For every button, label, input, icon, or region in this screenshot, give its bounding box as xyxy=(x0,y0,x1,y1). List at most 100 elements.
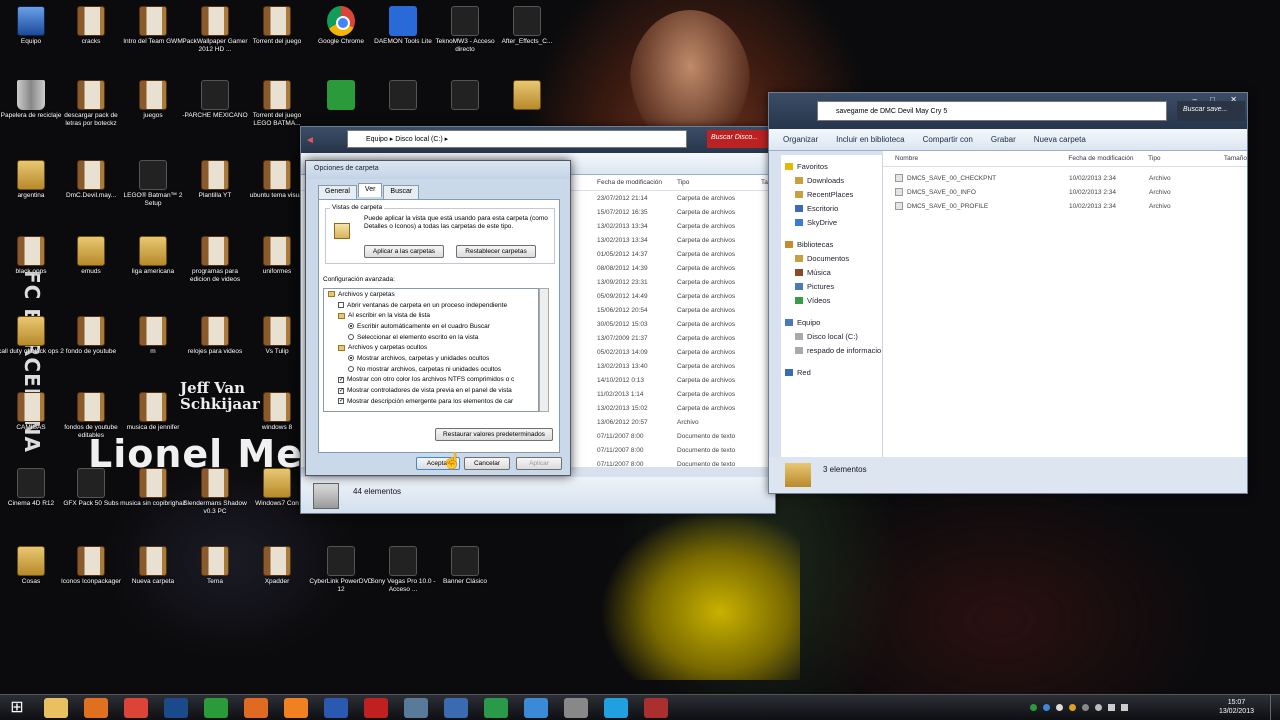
table-row[interactable]: 01/05/2012 14:37 Carpeta de archivos xyxy=(597,247,775,261)
desktop-icon[interactable]: Google Chrome xyxy=(308,6,374,46)
search-input[interactable]: Buscar Disco... xyxy=(707,130,773,148)
column-size[interactable]: Ta xyxy=(761,179,768,186)
firefox-icon[interactable] xyxy=(244,698,268,718)
desktop-icon[interactable]: TeknoMW3 - Acceso directo xyxy=(432,6,498,54)
nav-item[interactable]: respado de informacio xyxy=(781,343,882,357)
table-row[interactable]: DMC5_SAVE_00_INFO 10/02/2013 2:34 Archivo xyxy=(883,185,1247,199)
nav-item[interactable]: Red xyxy=(781,365,882,379)
toolbar-grabar[interactable]: Grabar xyxy=(991,135,1016,144)
desktop-icon[interactable]: DAEMON Tools Lite xyxy=(370,6,436,46)
desktop-icon[interactable]: Intro del Team GWM xyxy=(120,6,186,46)
tab-general[interactable]: General xyxy=(318,185,357,199)
desktop-icon[interactable]: Iconos Iconpackager xyxy=(58,546,124,586)
desktop-icon[interactable]: Plantilla YT xyxy=(182,160,248,200)
desktop-icon[interactable]: emuds xyxy=(58,236,124,276)
tree-item[interactable]: ✓ Mostrar descripción emergente para los … xyxy=(324,396,538,407)
tree-item[interactable]: Seleccionar el elemento escrito en la vi… xyxy=(324,332,538,343)
desktop-icon[interactable] xyxy=(308,80,374,112)
tree-item[interactable]: No mostrar archivos, carpetas ni unidade… xyxy=(324,364,538,375)
start-button[interactable]: ⊞ xyxy=(6,697,28,719)
opera-icon[interactable] xyxy=(364,698,388,718)
desktop-icon[interactable] xyxy=(432,80,498,112)
nav-item[interactable]: Disco local (C:) xyxy=(781,329,882,343)
utorrent-icon[interactable] xyxy=(204,698,228,718)
tree-item[interactable]: Archivos y carpetas xyxy=(324,289,538,300)
title-bar[interactable]: ◄ Equipo ▸ Disco local (C:) ▸ Buscar Dis… xyxy=(301,127,775,153)
table-row[interactable]: 14/10/2012 0:13 Carpeta de archivos xyxy=(597,373,775,387)
media-icon[interactable] xyxy=(84,698,108,718)
skype-icon[interactable] xyxy=(604,698,628,718)
toolbar-nueva-carpeta[interactable]: Nueva carpeta xyxy=(1034,135,1086,144)
table-row[interactable]: 13/07/2009 21:37 Carpeta de archivos xyxy=(597,331,775,345)
toolbar-organizar[interactable]: Organizar xyxy=(783,135,818,144)
tree-item[interactable]: ✓ Mostrar con otro color los archivos NTF… xyxy=(324,375,538,386)
radio-button[interactable] xyxy=(348,323,354,330)
apply-to-folders-button[interactable]: Aplicar a las carpetas xyxy=(364,245,444,258)
radio-button[interactable] xyxy=(348,366,354,373)
app-icon[interactable] xyxy=(644,698,668,718)
desktop-icon[interactable]: Cosas xyxy=(0,546,64,586)
search-input[interactable]: Buscar save... xyxy=(1177,101,1245,121)
explorer-icon[interactable] xyxy=(44,698,68,718)
desktop-icon[interactable]: GFX Pack 50 Subs xyxy=(58,468,124,508)
tree-item[interactable]: Al escribir en la vista de lista xyxy=(324,310,538,321)
desktop-icon[interactable]: cracks xyxy=(58,6,124,46)
reset-folders-button[interactable]: Restablecer carpetas xyxy=(456,245,536,258)
checkbox[interactable] xyxy=(338,302,344,309)
address-bar[interactable]: savegame de DMC Devil May Cry 5 xyxy=(817,101,1167,121)
desktop-icon[interactable]: Banner Clásico xyxy=(432,546,498,586)
table-row[interactable]: DMC5_SAVE_00_PROFILE 10/02/2013 2:34 Archi… xyxy=(883,199,1247,213)
nav-item[interactable]: SkyDrive xyxy=(781,215,882,229)
desktop-icon[interactable]: Xpadder xyxy=(244,546,310,586)
desktop-icon[interactable]: fondo de youtube xyxy=(58,316,124,356)
garena-icon[interactable] xyxy=(484,698,508,718)
table-row[interactable]: 05/09/2012 14:49 Carpeta de archivos xyxy=(597,289,775,303)
tree-item[interactable]: ✓ Mostrar controladores de vista previa e… xyxy=(324,385,538,396)
desktop-icon[interactable]: -PARCHE MEXICANO xyxy=(182,80,248,120)
table-row[interactable]: DMC5_SAVE_00_CHECKPNT 10/02/2013 2:34 Arch… xyxy=(883,171,1247,185)
table-row[interactable]: 13/06/2012 20:57 Archivo xyxy=(597,415,775,429)
toolbar-compartir-con[interactable]: Compartir con xyxy=(923,135,973,144)
desktop-icon[interactable]: CyberLink PowerDVD 12 xyxy=(308,546,374,594)
network-icon[interactable] xyxy=(524,698,548,718)
tab-ver[interactable]: Ver xyxy=(357,183,383,197)
photoshop-icon[interactable] xyxy=(164,698,188,718)
column-size[interactable]: Tamaño xyxy=(1224,155,1247,162)
desktop-icon[interactable]: PackWallpaper Gamer 2012 HD ... xyxy=(182,6,248,54)
desktop-icon[interactable]: Slendermans Shadow v0.3 PC xyxy=(182,468,248,516)
table-row[interactable]: 07/11/2007 8:00 Documento de texto xyxy=(597,429,775,443)
checkbox[interactable]: ✓ xyxy=(338,398,344,405)
nav-item[interactable]: Documentos xyxy=(781,251,882,265)
table-row[interactable]: 07/11/2007 8:00 Documento de texto xyxy=(597,443,775,457)
tray-icon[interactable] xyxy=(1043,704,1050,711)
desktop-icon[interactable]: Papelera de reciclaje xyxy=(0,80,64,120)
table-row[interactable]: 05/02/2013 14:09 Carpeta de archivos xyxy=(597,345,775,359)
desktop-icon[interactable]: m xyxy=(120,316,186,356)
table-row[interactable]: 13/02/2013 13:34 Carpeta de archivos xyxy=(597,233,775,247)
table-row[interactable]: 07/11/2007 8:00 Documento de texto xyxy=(597,457,775,471)
tree-item[interactable]: Archivos y carpetas ocultos xyxy=(324,342,538,353)
teknomw3-icon[interactable] xyxy=(564,698,588,718)
desktop-icon[interactable]: call duty of black ops 2 xyxy=(0,316,64,356)
desktop-icon[interactable]: Cinema 4D R12 xyxy=(0,468,64,508)
desktop-icon[interactable]: musica sin copibrighait xyxy=(120,468,186,508)
tree-item[interactable]: Escribir automáticamente en el cuadro Bu… xyxy=(324,321,538,332)
desktop-icon[interactable]: Torrent del juego xyxy=(244,6,310,46)
tool-icon[interactable] xyxy=(404,698,428,718)
tree-item[interactable]: Abrir ventanas de carpeta en un proceso … xyxy=(324,300,538,311)
table-row[interactable]: 13/02/2013 15:02 Carpeta de archivos xyxy=(597,401,775,415)
column-date[interactable]: Fecha de modificación xyxy=(1068,155,1148,162)
desktop-icon[interactable]: relojes para videos xyxy=(182,316,248,356)
table-row[interactable]: 13/02/2013 13:34 Carpeta de archivos xyxy=(597,219,775,233)
checkbox[interactable]: ✓ xyxy=(338,376,344,383)
radio-button[interactable] xyxy=(348,355,354,362)
chrome-icon[interactable] xyxy=(124,698,148,718)
desktop-icon[interactable]: argentina xyxy=(0,160,64,200)
desktop-icon[interactable]: juegos xyxy=(120,80,186,120)
tray-icon[interactable] xyxy=(1030,704,1037,711)
word-icon[interactable] xyxy=(324,698,348,718)
nav-item[interactable]: Vídeos xyxy=(781,293,882,307)
table-row[interactable]: 15/06/2012 20:54 Carpeta de archivos xyxy=(597,303,775,317)
desktop-icon[interactable]: Torrent del juego LEGO BATMA... xyxy=(244,80,310,128)
desktop-icon[interactable]: Sony Vegas Pro 10.0 - Acceso ... xyxy=(370,546,436,594)
